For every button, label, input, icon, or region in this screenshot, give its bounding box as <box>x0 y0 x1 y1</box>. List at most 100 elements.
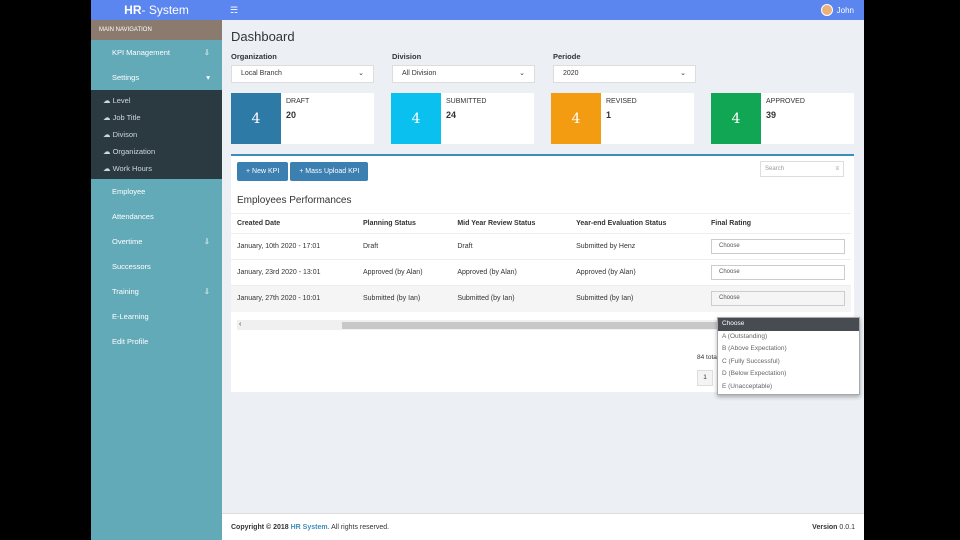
column-header: Mid Year Review Status <box>451 213 571 234</box>
nav-heading: MAIN NAVIGATION <box>91 20 222 40</box>
stat-icon: 4 <box>551 93 601 144</box>
dropdown-option[interactable]: D (Below Expectation) <box>718 368 859 381</box>
stat-label: REVISED <box>606 98 637 105</box>
copyright: Copyright © 2018 <box>231 523 289 531</box>
sidebar-item-label: Attendances <box>112 212 154 221</box>
filter-label: Periode <box>553 52 581 61</box>
app-window: HR- System ☴ John MAIN NAVIGATION KPI Ma… <box>91 0 864 540</box>
dropdown-option[interactable]: B (Above Expectation) <box>718 343 859 356</box>
table-cell: Submitted (by Ian) <box>451 285 571 312</box>
stat-icon: 4 <box>391 93 441 144</box>
sidebar-item-label: Employee <box>112 187 146 196</box>
filter-select[interactable]: Local Branch ⌄ <box>231 65 374 83</box>
filter-select[interactable]: 2020 ⌄ <box>553 65 696 83</box>
table-row: January, 27th 2020 - 10:01 Submitted (by … <box>231 285 851 312</box>
menu-toggle-icon[interactable]: ☴ <box>230 5 238 16</box>
stat-label: APPROVED <box>766 98 805 105</box>
brand-link[interactable]: HR System <box>291 524 328 531</box>
sidebar-item[interactable]: Settings ▾ <box>91 65 222 90</box>
rights-text: . All rights reserved. <box>327 523 390 531</box>
submenu-label: Level <box>112 96 131 105</box>
filter-value: Local Branch <box>241 70 282 77</box>
submenu-label: Work Hours <box>112 164 153 173</box>
sidebar-item[interactable]: Attendances <box>91 204 222 229</box>
filter-select[interactable]: All Division ⌄ <box>392 65 535 83</box>
chevron-down-icon: ⌄ <box>358 70 364 77</box>
dropdown-option[interactable]: A (Outstanding) <box>718 331 859 344</box>
stat-label: SUBMITTED <box>446 98 487 105</box>
sidebar-item[interactable]: Overtime ⇩ <box>91 229 222 254</box>
stat-value: 20 <box>286 110 297 120</box>
sidebar-item-label: Overtime <box>112 237 143 246</box>
filter: Division All Division ⌄ <box>392 52 535 83</box>
sidebar-item-label: E-Learning <box>112 312 149 321</box>
column-header: Planning Status <box>357 213 452 234</box>
table-cell: Approved (by Alan) <box>357 259 452 286</box>
sidebar-item-label: Edit Profile <box>112 337 149 346</box>
submenu-item[interactable]: ☁ Work Hours <box>91 160 222 177</box>
dropdown-option[interactable]: C (Fully Successful) <box>718 356 859 369</box>
table-cell: Draft <box>451 233 571 260</box>
chevron-icon: ⇩ <box>203 287 210 296</box>
table-cell: Approved (by Alan) <box>570 259 705 286</box>
mass-upload-kpi-button[interactable]: + Mass Upload KPI <box>290 162 369 181</box>
stat-value: 39 <box>766 110 777 120</box>
submenu-item[interactable]: ☁ Divison <box>91 126 222 143</box>
sidebar-item[interactable]: Successors <box>91 254 222 279</box>
final-rating-select[interactable]: Choose <box>711 291 845 307</box>
dropdown-option[interactable]: E (Unacceptable) <box>718 381 859 394</box>
stat-value: 1 <box>606 110 612 120</box>
sidebar-item[interactable]: Employee <box>91 179 222 204</box>
stat-label: DRAFT <box>286 98 310 105</box>
scroll-left-icon[interactable]: ‹ <box>239 321 241 328</box>
footer: Copyright © 2018 HR System. All rights r… <box>222 513 864 540</box>
filter-value: 2020 <box>563 70 579 77</box>
submenu-label: Job Title <box>112 113 141 122</box>
search-input[interactable]: Search ≡ <box>760 161 844 177</box>
stat-box: 4 REVISED 1 <box>551 93 694 144</box>
stat-icon: 4 <box>711 93 761 144</box>
table-title: Employees Performances <box>237 195 352 206</box>
sidebar-item[interactable]: Edit Profile <box>91 329 222 354</box>
chevron-icon: ▾ <box>206 73 210 82</box>
main-content: Dashboard Organization Local Branch ⌄ Divis… <box>222 20 864 540</box>
chevron-down-icon: ⌄ <box>680 70 686 77</box>
filter-label: Division <box>392 52 422 61</box>
new-kpi-button[interactable]: + New KPI <box>237 162 289 181</box>
settings-submenu: ☁ Level ☁ Job Title ☁ Divison ☁ Organizatio… <box>91 90 222 179</box>
logo-text: - System <box>141 3 189 17</box>
sidebar-item-label: KPI Management <box>112 48 170 57</box>
total-count: 84 total <box>697 354 719 361</box>
table-cell: Draft <box>357 233 452 260</box>
table-cell: January, 23rd 2020 - 13:01 <box>231 259 357 286</box>
sidebar-item-label: Settings <box>112 73 140 82</box>
table-row: January, 23rd 2020 - 13:01 Approved (by A… <box>231 259 851 286</box>
sidebar-item[interactable]: Training ⇩ <box>91 279 222 304</box>
final-rating-select[interactable]: Choose <box>711 265 845 280</box>
sidebar: MAIN NAVIGATION KPI Management ⇩ Settings ▾… <box>91 20 222 540</box>
logo-bold: HR <box>124 3 142 17</box>
sidebar-item[interactable]: E-Learning <box>91 304 222 329</box>
submenu-item[interactable]: ☁ Job Title <box>91 109 222 126</box>
cloud-icon: ☁ <box>103 147 113 156</box>
user-menu[interactable]: John <box>820 4 854 16</box>
chevron-icon: ⇩ <box>203 237 210 246</box>
table-cell: January, 10th 2020 - 17:01 <box>231 233 357 260</box>
performance-table: Created Date Planning Status Mid Year Revi… <box>231 213 851 312</box>
column-header: Year-end Evaluation Status <box>570 213 705 234</box>
column-header: Final Rating <box>705 213 851 234</box>
table-cell: Submitted by Henz <box>570 233 705 260</box>
final-rating-select[interactable]: Choose <box>711 239 845 254</box>
version-label: Version <box>812 523 838 531</box>
chevron-down-icon: ⌄ <box>519 70 525 77</box>
stat-icon: 4 <box>231 93 281 144</box>
filter-label: Organization <box>231 52 277 61</box>
submenu-item[interactable]: ☁ Organization <box>91 143 222 160</box>
final-rating-dropdown: Choose A (Outstanding) B (Above Expectatio… <box>717 317 860 395</box>
sidebar-item[interactable]: KPI Management ⇩ <box>91 40 222 65</box>
search-icon[interactable]: ≡ <box>835 166 839 172</box>
submenu-item[interactable]: ☁ Level <box>91 92 222 109</box>
page-1-button[interactable]: 1 <box>697 370 713 386</box>
dropdown-option[interactable]: Choose <box>718 318 859 331</box>
logo[interactable]: HR- System <box>91 3 222 17</box>
